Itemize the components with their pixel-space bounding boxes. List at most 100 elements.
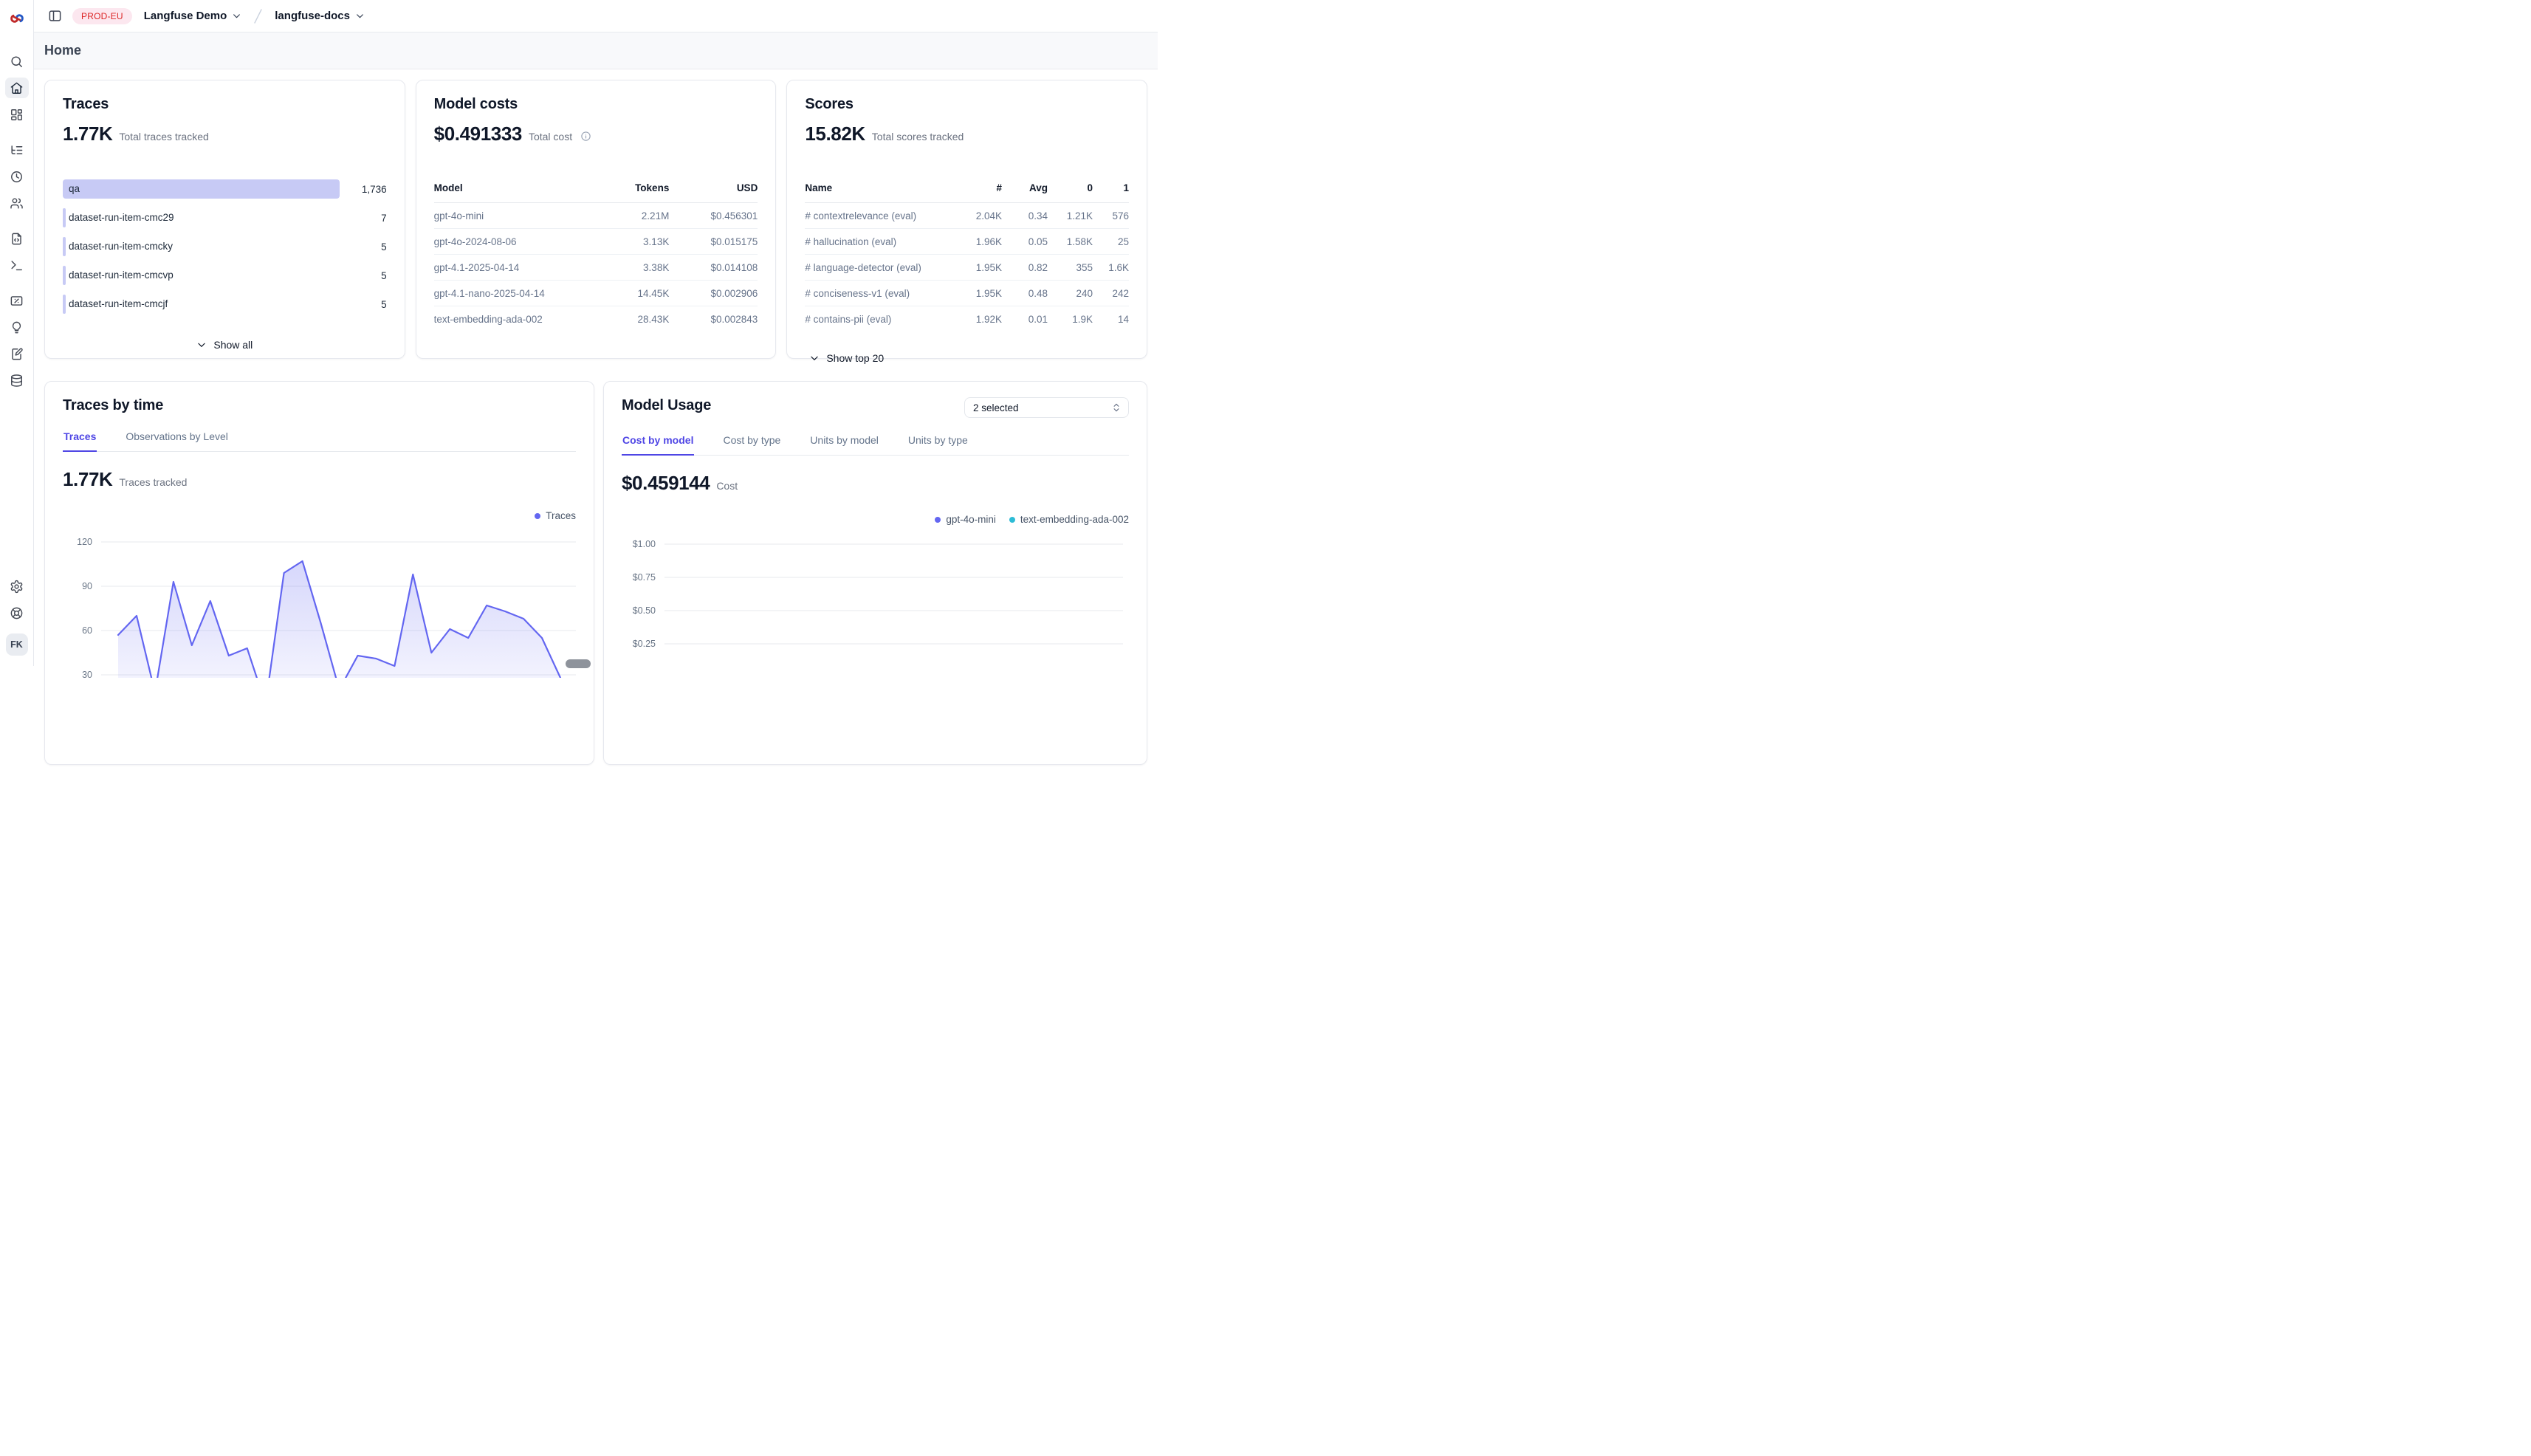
- usage-line-chart: $1.00$0.75$0.50$0.25: [622, 531, 1129, 656]
- bar-value: 5: [340, 241, 387, 253]
- tab-observations-by-level[interactable]: Observations by Level: [125, 429, 229, 452]
- charts-row: Traces by time Traces Observations by Le…: [44, 381, 1147, 765]
- sidebar-item-support[interactable]: [5, 602, 29, 623]
- legend-label: text-embedding-ada-002: [1020, 514, 1129, 525]
- sidebar-item-annotation[interactable]: [5, 343, 29, 364]
- traces-by-time-tabs: Traces Observations by Level: [63, 429, 576, 452]
- table-row: # hallucination (eval) 1.96K 0.05 1.58K …: [805, 229, 1129, 255]
- table-row: # conciseness-v1 (eval) 1.95K 0.48 240 2…: [805, 281, 1129, 306]
- sidebar-item-sessions[interactable]: [5, 166, 29, 187]
- table-header: Model Tokens USD: [434, 182, 758, 203]
- trace-bar-row[interactable]: dataset-run-item-cmc29 7: [63, 208, 387, 227]
- table-row: gpt-4.1-nano-2025-04-14 14.45K $0.002906: [434, 281, 758, 306]
- horizontal-scrollbar-thumb[interactable]: [566, 659, 591, 668]
- svg-text:120: 120: [77, 537, 92, 547]
- traces-tracked-label: Traces tracked: [119, 476, 187, 488]
- lifebuoy-icon: [10, 606, 24, 620]
- card-title: Model Usage: [622, 397, 711, 414]
- chart-legend: Traces: [63, 510, 576, 521]
- show-all-button[interactable]: Show all: [192, 336, 257, 354]
- bar-label: qa: [69, 179, 80, 199]
- project-selector[interactable]: langfuse-docs: [270, 7, 369, 25]
- svg-text:$1.00: $1.00: [633, 539, 656, 549]
- traces-total-label: Total traces tracked: [119, 131, 208, 142]
- trace-bar-row[interactable]: qa 1,736: [63, 179, 387, 199]
- main-area: PROD-EU Langfuse Demo langfuse-docs Home…: [34, 0, 1158, 666]
- area-chart-svg: 120906030: [63, 527, 576, 678]
- scores-table: Name # Avg 0 1 # contextrelevance (eval)…: [805, 182, 1129, 332]
- search-icon: [10, 55, 24, 69]
- bar-label: dataset-run-item-cmcvp: [69, 266, 174, 285]
- stats-row: Traces 1.77K Total traces tracked qa 1,7…: [44, 80, 1147, 359]
- chart-legend: gpt-4o-mini text-embedding-ada-002: [622, 514, 1129, 525]
- trace-bar-row[interactable]: dataset-run-item-cmcky 5: [63, 237, 387, 256]
- legend-dot: [935, 517, 941, 523]
- trace-bar-row[interactable]: dataset-run-item-cmcvp 5: [63, 266, 387, 285]
- panel-left-icon: [48, 9, 62, 23]
- users-icon: [10, 196, 24, 210]
- bar-fill: [63, 295, 66, 314]
- model-selector-value: 2 selected: [973, 402, 1019, 413]
- tab-traces[interactable]: Traces: [63, 429, 97, 452]
- tab-units-by-type[interactable]: Units by type: [907, 433, 969, 456]
- sidebar-item-home[interactable]: [5, 78, 29, 98]
- bar-label: dataset-run-item-cmcjf: [69, 295, 168, 314]
- sidebar-item-playground[interactable]: [5, 255, 29, 275]
- sidebar-item-search[interactable]: [5, 51, 29, 72]
- topbar: PROD-EU Langfuse Demo langfuse-docs: [34, 0, 1158, 32]
- tab-cost-by-model[interactable]: Cost by model: [622, 433, 694, 456]
- sidebar-item-prompts[interactable]: [5, 228, 29, 249]
- sidebar-item-datasets[interactable]: [5, 370, 29, 391]
- chevron-down-icon: [809, 353, 820, 363]
- sidebar-item-insights[interactable]: [5, 317, 29, 337]
- traces-total-metric: 1.77K: [63, 123, 112, 145]
- bar-fill: [63, 237, 66, 256]
- bar-value: 1,736: [340, 184, 387, 195]
- content: Traces 1.77K Total traces tracked qa 1,7…: [34, 69, 1158, 765]
- trace-bar-row[interactable]: dataset-run-item-cmcjf 5: [63, 295, 387, 314]
- legend-label: Traces: [546, 510, 576, 521]
- page-header: Home: [34, 32, 1158, 69]
- legend-dot: [535, 513, 540, 519]
- sidebar-item-evaluation[interactable]: [5, 290, 29, 311]
- bar-value: 5: [340, 270, 387, 281]
- bar-value: 5: [340, 299, 387, 310]
- bar-value: 7: [340, 213, 387, 224]
- tab-cost-by-type[interactable]: Cost by type: [722, 433, 781, 456]
- bar-fill: [63, 266, 66, 285]
- card-title: Traces by time: [63, 397, 576, 414]
- bar-label: dataset-run-item-cmc29: [69, 208, 174, 227]
- model-selector[interactable]: 2 selected: [964, 397, 1129, 418]
- percent-square-icon: [10, 294, 24, 308]
- model-usage-card: Model Usage 2 selected Cost by model Cos…: [603, 381, 1147, 765]
- total-cost-metric: $0.491333: [434, 123, 522, 145]
- tab-units-by-model[interactable]: Units by model: [809, 433, 879, 456]
- user-avatar[interactable]: FK: [6, 633, 28, 656]
- legend-dot: [1009, 517, 1015, 523]
- table-row: # contextrelevance (eval) 2.04K 0.34 1.2…: [805, 203, 1129, 229]
- langfuse-logo-icon: [10, 11, 24, 26]
- sidebar-item-tracing[interactable]: [5, 140, 29, 160]
- sidebar-item-dashboards[interactable]: [5, 104, 29, 125]
- usage-cost-metric: $0.459144: [622, 472, 710, 495]
- legend-item: gpt-4o-mini: [935, 514, 996, 525]
- sidebar-toggle-button[interactable]: [44, 6, 65, 27]
- home-icon: [10, 81, 24, 95]
- sidebar-item-settings[interactable]: [5, 576, 29, 597]
- traces-tracked-metric: 1.77K: [63, 468, 112, 491]
- org-selector[interactable]: Langfuse Demo: [140, 7, 247, 25]
- bar-fill: [63, 179, 340, 199]
- langfuse-logo[interactable]: [7, 8, 27, 29]
- info-icon[interactable]: [580, 131, 591, 142]
- table-row: gpt-4.1-2025-04-14 3.38K $0.014108: [434, 255, 758, 281]
- show-top-20-button[interactable]: Show top 20: [805, 349, 888, 367]
- model-costs-card: Model costs $0.491333 Total cost Model T…: [416, 80, 777, 359]
- scores-card: Scores 15.82K Total scores tracked Name …: [786, 80, 1147, 359]
- terminal-icon: [10, 258, 24, 272]
- table-row: # language-detector (eval) 1.95K 0.82 35…: [805, 255, 1129, 281]
- clock-icon: [10, 170, 24, 184]
- list-tree-icon: [10, 143, 24, 157]
- bar-label: dataset-run-item-cmcky: [69, 237, 173, 256]
- svg-text:$0.25: $0.25: [633, 639, 656, 649]
- sidebar-item-users[interactable]: [5, 193, 29, 213]
